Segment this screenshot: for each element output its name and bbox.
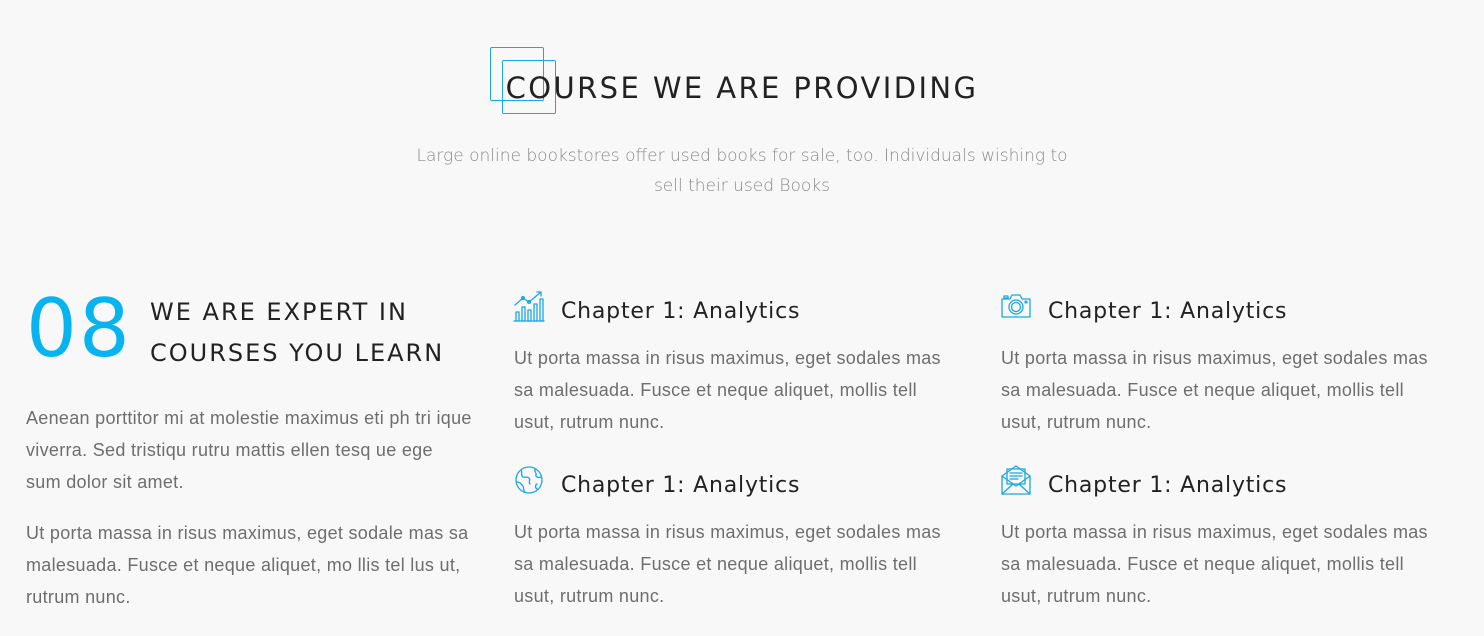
feature-title: Chapter 1: Analytics — [1048, 473, 1288, 498]
section-subtitle: Large online bookstores offer used books… — [416, 146, 1068, 196]
camera-icon — [1001, 294, 1031, 318]
feature-title: Chapter 1: Analytics — [561, 473, 801, 498]
intro-paragraph: Ut porta massa in risus maximus, eget so… — [26, 523, 469, 607]
globe-icon — [515, 466, 543, 494]
intro-title: WE ARE EXPERT IN COURSES YOU LEARN — [150, 298, 445, 367]
feature-text: Ut porta massa in risus maximus, eget so… — [514, 522, 941, 606]
feature-title: Chapter 1: Analytics — [1048, 299, 1288, 324]
course-count: 08 — [26, 282, 132, 375]
mail-open-icon — [1001, 465, 1031, 495]
section-title: COURSE WE ARE PROVIDING — [505, 71, 979, 105]
feature-text: Ut porta massa in risus maximus, eget so… — [1001, 522, 1428, 606]
feature-text: Ut porta massa in risus maximus, eget so… — [1001, 348, 1428, 432]
bar-chart-icon — [513, 291, 545, 322]
feature-title: Chapter 1: Analytics — [561, 299, 801, 324]
feature-text: Ut porta massa in risus maximus, eget so… — [514, 348, 941, 432]
intro-paragraph: Aenean porttitor mi at molestie maximus … — [26, 408, 472, 492]
section-header: COURSE WE ARE PROVIDING — [0, 44, 1484, 114]
